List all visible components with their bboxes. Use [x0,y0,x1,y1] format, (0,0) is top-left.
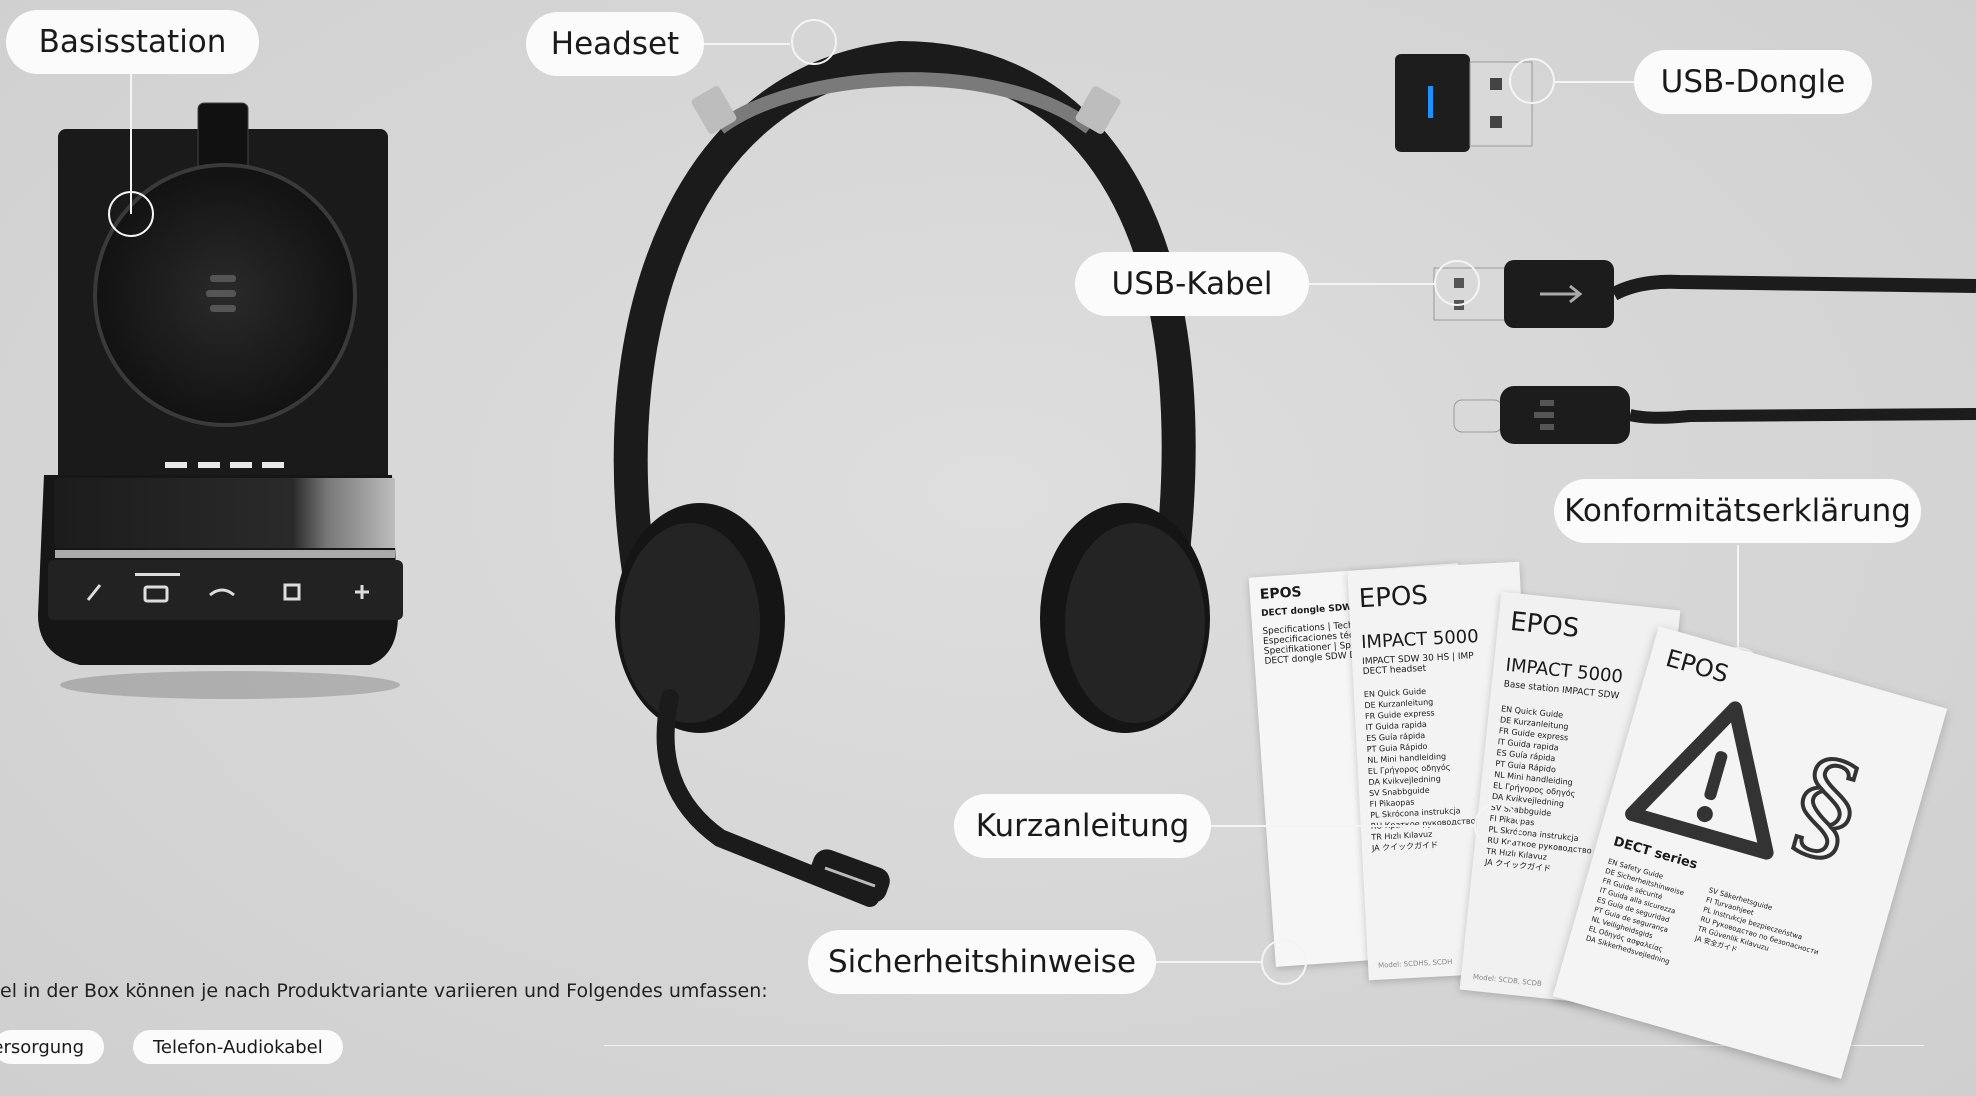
callout-sicherheitshinweise: Sicherheitshinweise [808,930,1156,994]
doc4-language-list-left: EN Safety Guide DE Sicherheitshinweise FR … [1585,856,1693,966]
callout-usb-dongle: USB-Dongle [1634,50,1872,114]
paragraph-symbol-icon: § [1779,732,1875,882]
base-station-image [38,102,403,699]
callout-kurzanleitung: Kurzanleitung [954,794,1211,858]
usb-dongle-image [1395,54,1533,152]
doc2-product: IMPACT 5000 [1360,626,1480,654]
doc2-brand: EPOS [1358,580,1429,615]
usb-c-cable-image [1453,386,1976,444]
callout-basisstation: Basisstation [6,10,259,74]
usb-cable-image [1433,260,1976,328]
box-contents-note: el in der Box können je nach Produktvari… [0,980,768,1002]
doc3-brand: EPOS [1508,606,1581,644]
callout-konformitaetserklaerung: Konformitätserklärung [1554,479,1921,543]
callout-headset: Headset [526,12,704,76]
accessory-pill: versorgung [0,1030,104,1064]
callout-usb-kabel: USB-Kabel [1075,252,1309,316]
doc2-footer: Model: SCDHS, SCDH [1377,957,1453,970]
headset-image [613,40,1210,907]
doc3-footer: Model: SCDB, SCDB [1472,972,1543,989]
accessory-pill: Telefon-Audiokabel [133,1030,343,1064]
